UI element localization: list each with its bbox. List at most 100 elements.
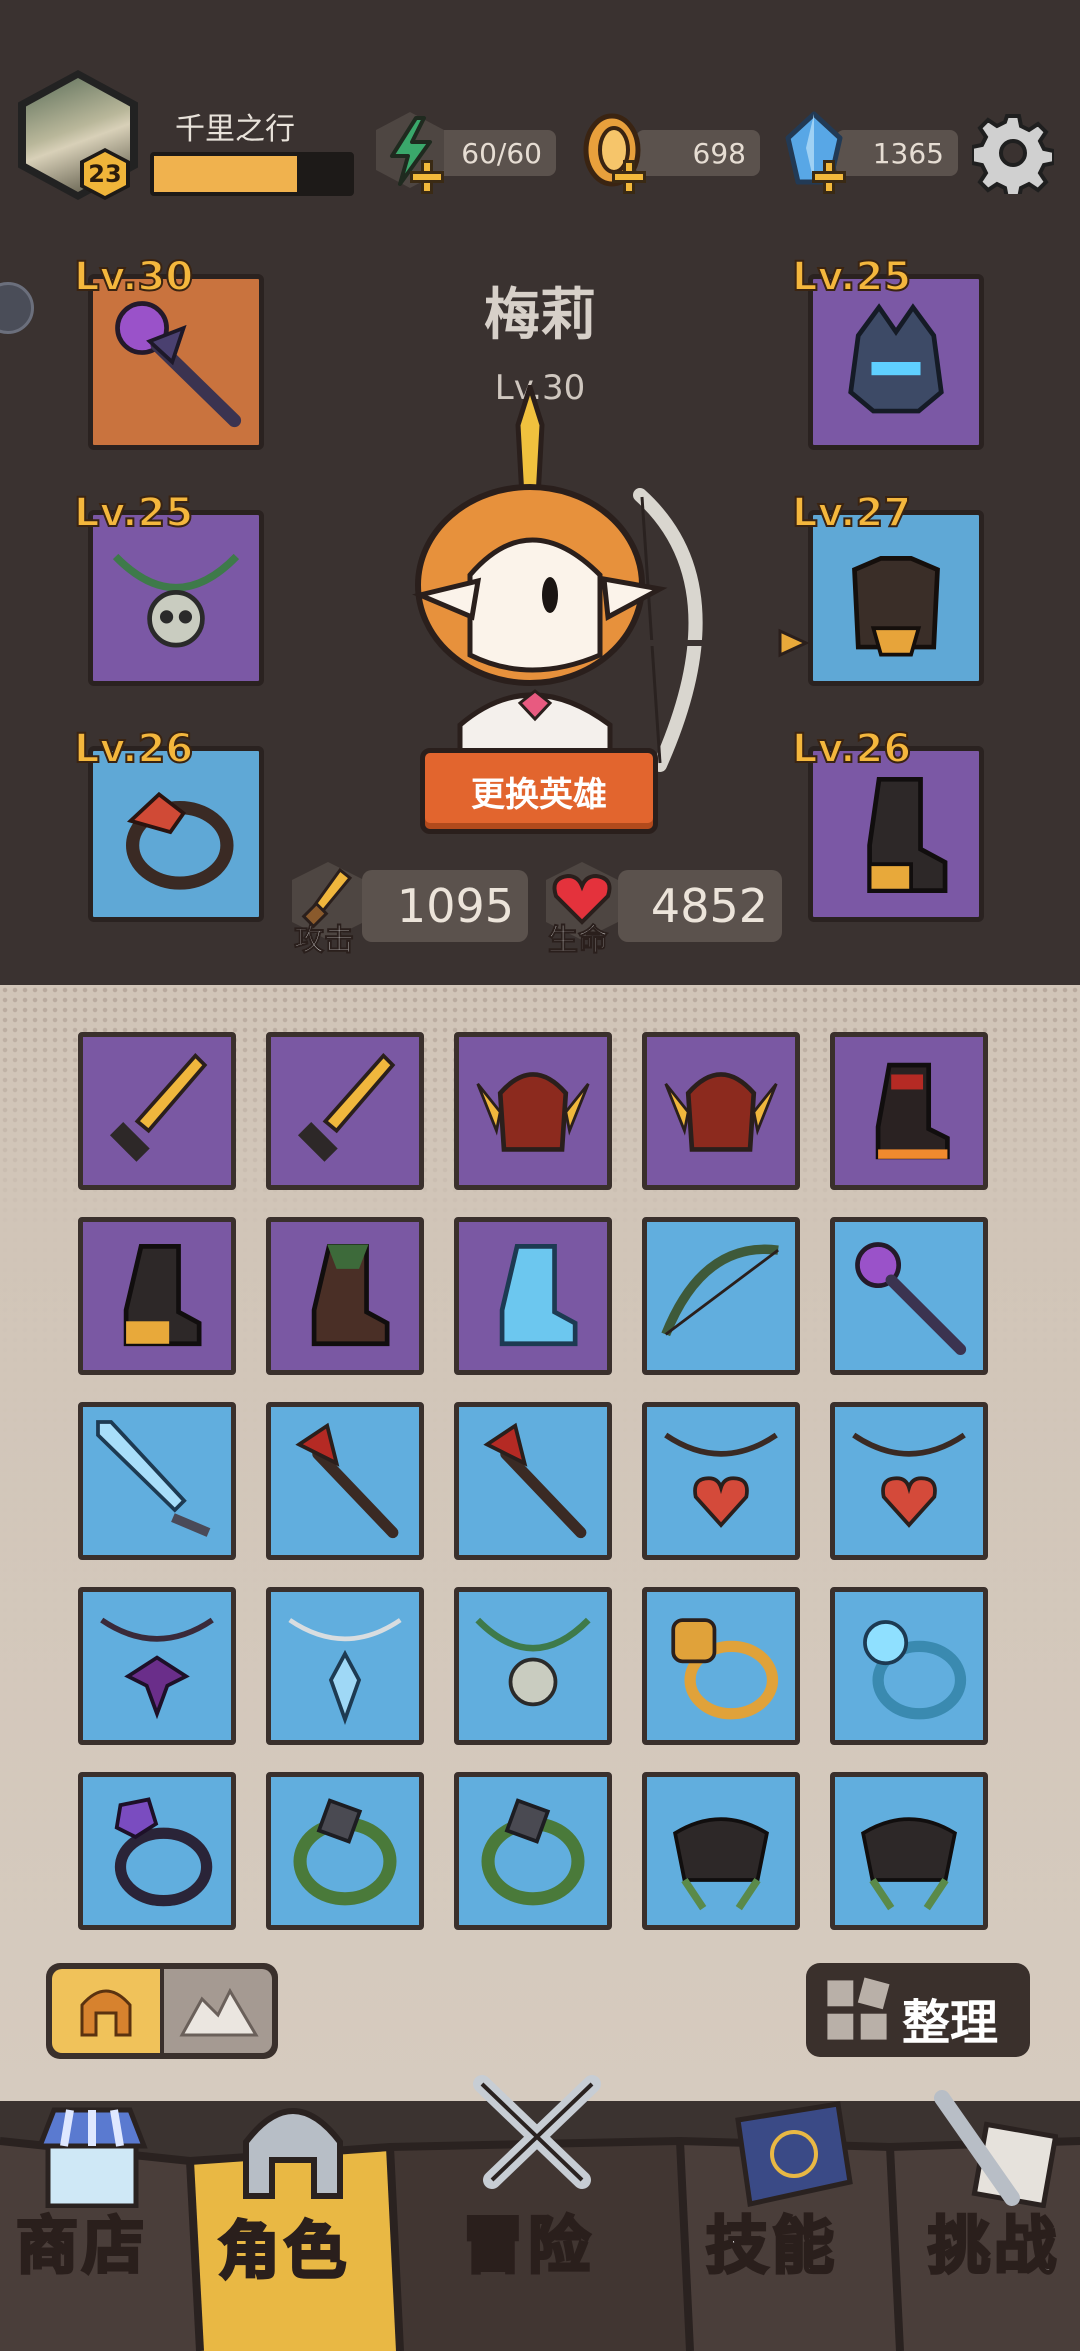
inventory-item[interactable] (830, 1032, 988, 1190)
inventory-item[interactable] (454, 1587, 612, 1745)
gem-value: 1365 (872, 136, 944, 170)
helmet-filter-icon (80, 1989, 132, 2037)
heart-amulet-icon (664, 1432, 778, 1528)
helmet-level: Lv.25 (791, 253, 912, 301)
swap-hero-button[interactable]: 更换英雄 (420, 748, 658, 834)
sort-inventory-button[interactable]: 整理 (806, 1963, 1030, 2057)
equip-slot-necklace[interactable] (88, 510, 264, 686)
inventory-item[interactable] (642, 1032, 800, 1190)
boots-icon (123, 1244, 202, 1347)
ring-icon (126, 791, 234, 890)
shop-icon (36, 2107, 148, 2208)
add-gem-button[interactable] (812, 160, 846, 194)
equip-slot-weapon[interactable] (88, 274, 264, 450)
nav-character[interactable]: 角色 (216, 2200, 350, 2290)
skull-necklace-icon (475, 1617, 591, 1707)
nav-adventure[interactable]: 冒险 (460, 2195, 594, 2285)
crystal-pendant-icon (288, 1618, 402, 1725)
inventory-filter-toggle (46, 1963, 278, 2059)
challenge-sword-icon (934, 2090, 1058, 2208)
inventory-item[interactable] (78, 1402, 236, 1560)
necklace-level: Lv.25 (73, 489, 194, 537)
inventory-item[interactable] (266, 1772, 424, 1930)
inventory-item[interactable] (454, 1032, 612, 1190)
inventory-item[interactable] (642, 1772, 800, 1930)
ice-sword-icon (96, 1420, 211, 1537)
spellbook-icon (735, 2101, 853, 2208)
helmet-icon (848, 303, 944, 414)
golden-sword-icon (297, 1053, 396, 1162)
filter-equipment-tab[interactable] (52, 1969, 160, 2053)
golden-sword-icon (109, 1053, 208, 1162)
amethyst-ring-icon (114, 1797, 213, 1907)
attack-label: 攻击 (294, 923, 355, 959)
inventory-item[interactable] (642, 1217, 800, 1375)
stone-filter-icon (179, 1987, 259, 2037)
inventory-item[interactable] (454, 1772, 612, 1930)
xp-bar-fill (154, 156, 298, 192)
inventory-item[interactable] (830, 1402, 988, 1560)
equip-slot-ring[interactable] (88, 746, 264, 922)
inventory-item[interactable] (642, 1402, 800, 1560)
vine-ring-icon (293, 1798, 397, 1906)
inventory-item[interactable] (830, 1772, 988, 1930)
fire-wand-icon (483, 1422, 587, 1539)
inventory-item[interactable] (266, 1032, 424, 1190)
fist-ring-icon (671, 1618, 779, 1720)
inventory-item[interactable] (266, 1402, 424, 1560)
leaf-armor-icon (673, 1817, 769, 1911)
nav-challenge[interactable]: 挑战 (926, 2195, 1060, 2285)
flame-boots-icon (875, 1062, 950, 1160)
inventory-item[interactable] (454, 1217, 612, 1375)
nav-skills[interactable]: 技能 (704, 2195, 838, 2285)
inventory-item[interactable] (266, 1217, 424, 1375)
inventory-item[interactable] (78, 1772, 236, 1930)
sort-grid-icon (827, 1977, 890, 2040)
hp-stat: 4852 (618, 870, 782, 942)
inventory-item[interactable] (78, 1032, 236, 1190)
fire-wand-icon (295, 1422, 399, 1539)
gold-value: 698 (692, 136, 746, 170)
energy-value: 60/60 (461, 136, 542, 170)
add-gold-button[interactable] (612, 160, 646, 194)
xp-bar (150, 152, 354, 196)
armor-icon (852, 556, 940, 657)
staff-icon (855, 1242, 967, 1356)
equip-slot-boots[interactable] (808, 746, 984, 922)
attack-value: 1095 (396, 879, 514, 933)
nav-shop[interactable]: 商店 (14, 2195, 148, 2285)
inventory-item[interactable] (266, 1587, 424, 1745)
character-helmet-icon (243, 2108, 343, 2199)
filter-materials-tab[interactable] (164, 1969, 272, 2053)
player-level: 23 (84, 152, 126, 196)
weapon-level: Lv.30 (73, 253, 194, 301)
hp-value: 4852 (650, 879, 768, 933)
inventory-item[interactable] (78, 1587, 236, 1745)
skull-necklace-icon (112, 553, 240, 648)
settings-gear-icon[interactable] (972, 112, 1054, 194)
hp-label: 生命 (548, 923, 609, 959)
bat-amulet-icon (100, 1617, 214, 1720)
vine-bow-icon (661, 1244, 779, 1337)
inventory-item[interactable] (642, 1587, 800, 1745)
inventory-item[interactable] (830, 1217, 988, 1375)
inventory-item[interactable] (454, 1402, 612, 1560)
inventory-item[interactable] (830, 1587, 988, 1745)
gold-counter: 698 (636, 130, 760, 176)
heart-amulet-icon (852, 1432, 966, 1528)
attack-stat: 1095 (362, 870, 528, 942)
crossed-swords-icon (473, 2075, 601, 2189)
boots-icon (867, 776, 948, 893)
ring-level: Lv.26 (73, 725, 194, 773)
leather-boots-icon (311, 1244, 390, 1347)
equip-slot-helmet[interactable] (808, 274, 984, 450)
add-energy-button[interactable] (410, 160, 444, 194)
sort-label: 整理 (902, 1995, 999, 2051)
ice-boots-icon (499, 1244, 578, 1347)
horned-helmet-icon (664, 1072, 778, 1152)
gem-counter: 1365 (836, 130, 958, 176)
equip-slot-armor[interactable] (808, 510, 984, 686)
player-name: 千里之行 (175, 112, 295, 147)
inventory-item[interactable] (78, 1217, 236, 1375)
leaf-armor-icon (861, 1817, 957, 1911)
